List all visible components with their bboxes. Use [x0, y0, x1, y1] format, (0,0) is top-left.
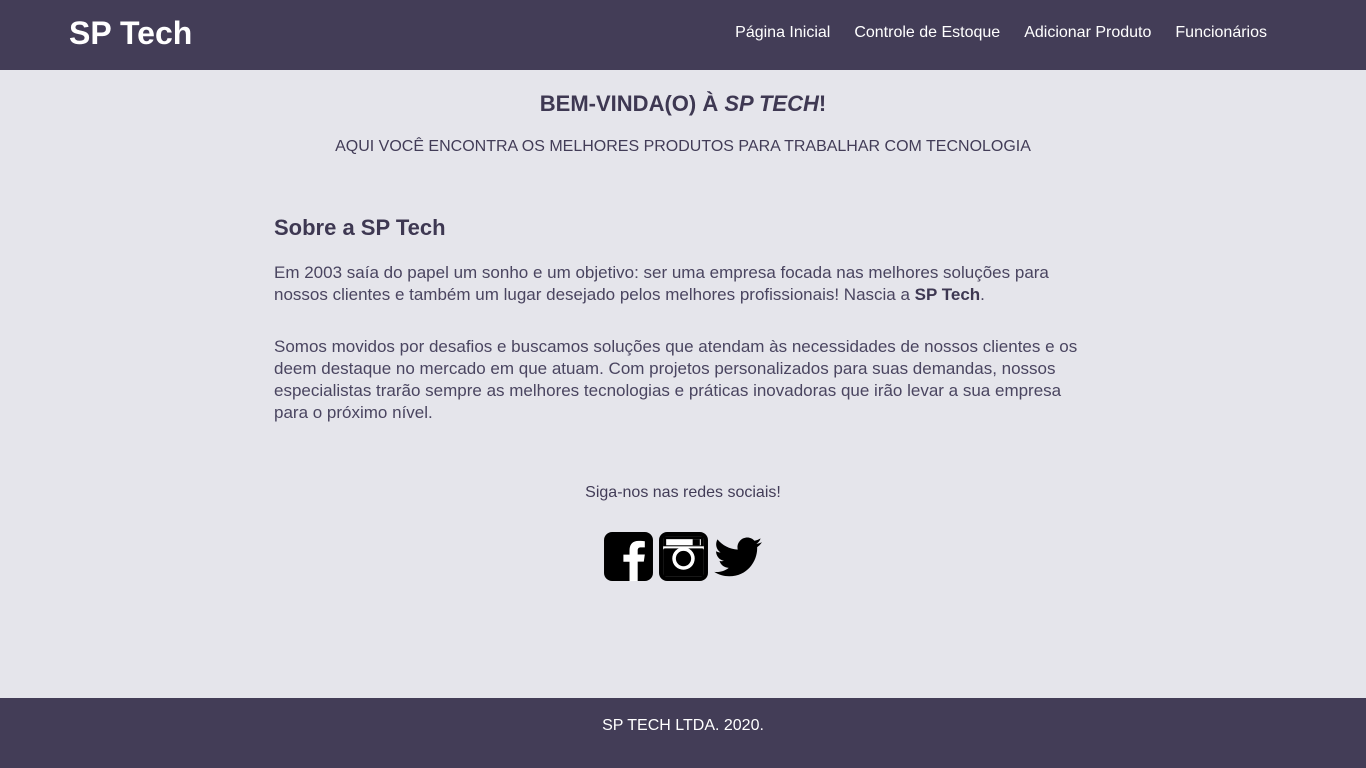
nav-link-funcionarios[interactable]: Funcionários: [1175, 23, 1267, 43]
about-brand-name: SP Tech: [914, 285, 981, 304]
facebook-icon: [604, 532, 653, 582]
footer: SP TECH LTDA. 2020.: [0, 698, 1366, 768]
instagram-link[interactable]: [658, 531, 709, 582]
about-heading: Sobre a SP Tech: [274, 215, 446, 240]
footer-copyright: SP TECH LTDA. 2020.: [602, 717, 764, 734]
nav-link-adicionar-produto[interactable]: Adicionar Produto: [1024, 23, 1151, 43]
top-navbar: SP Tech Página Inicial Controle de Estoq…: [0, 0, 1366, 70]
nav-link-controle-estoque[interactable]: Controle de Estoque: [854, 23, 1000, 43]
about-paragraph-2: Somos movidos por desafios e buscamos so…: [274, 337, 1078, 422]
welcome-title-prefix: BEM-VINDA(O) À: [539, 91, 725, 116]
brand-logo[interactable]: SP Tech: [69, 15, 192, 51]
welcome-title: BEM-VINDA(O) À SP TECH!: [0, 90, 1366, 118]
main-nav: Página Inicial Controle de Estoque Adici…: [735, 23, 1267, 43]
twitter-link[interactable]: [713, 531, 764, 582]
about-section: Sobre a SP Tech Em 2003 saía do papel um…: [274, 214, 1094, 424]
welcome-subtitle: AQUI VOCÊ ENCONTRA OS MELHORES PRODUTOS …: [335, 138, 1031, 155]
about-paragraph-1: Em 2003 saía do papel um sonho e um obje…: [274, 262, 1094, 306]
about-paragraph-1-end: .: [980, 285, 985, 304]
facebook-link[interactable]: [603, 531, 654, 582]
twitter-icon: [714, 537, 762, 577]
instagram-icon: [659, 532, 708, 581]
welcome-title-brand: SP TECH: [724, 91, 819, 116]
social-label: Siga-nos nas redes sociais!: [585, 484, 781, 501]
social-links: [603, 531, 764, 582]
nav-link-pagina-inicial[interactable]: Página Inicial: [735, 23, 830, 43]
welcome-title-suffix: !: [818, 91, 827, 116]
